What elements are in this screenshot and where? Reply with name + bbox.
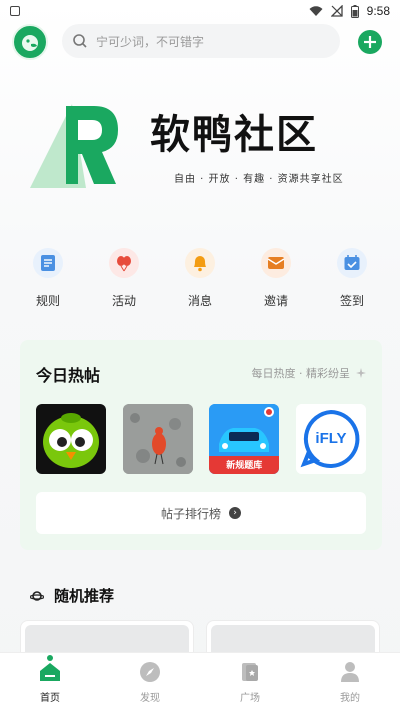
sparkle-icon <box>356 368 366 378</box>
balloon-icon <box>109 248 139 278</box>
bottom-nav: 首页 发现 广场 我的 <box>0 652 400 712</box>
nav-discover[interactable]: 发现 <box>115 661 185 712</box>
random-recommend-header: 随机推荐 <box>30 585 114 606</box>
duck-avatar-icon <box>22 35 38 51</box>
quick-menu-label: 活动 <box>111 294 136 308</box>
ifly-logo-text: iFLY <box>315 430 347 447</box>
ruanya-logo-icon <box>30 104 118 188</box>
bird-thumb[interactable] <box>122 404 193 474</box>
quick-menu-invite[interactable]: 邀请 <box>246 248 306 314</box>
brand-banner: 软鸭社区 自由 · 开放 · 有趣 · 资源共享社区 <box>0 90 400 200</box>
random-recommend-title: 随机推荐 <box>54 587 115 605</box>
cards-icon <box>239 661 261 683</box>
bell-icon <box>185 248 215 278</box>
battery-icon <box>350 4 359 18</box>
app-screen: 9:58 宁可少词，不可错字 软鸭社区 自由 · 开放 · 有趣 · 资源共享社… <box>0 0 400 712</box>
mail-icon <box>261 248 291 278</box>
plus-icon <box>364 36 376 48</box>
person-icon <box>339 661 361 683</box>
hot-posts-subtitle: 每日热度 · 精彩纷呈 <box>251 365 366 381</box>
calendar-check-icon <box>337 248 367 278</box>
status-bar: 9:58 <box>0 0 400 22</box>
ifly-thumb[interactable]: iFLY <box>295 404 366 474</box>
quick-menu-activity[interactable]: 活动 <box>94 248 154 314</box>
wifi-icon <box>309 5 323 16</box>
nav-label: 发现 <box>140 693 160 704</box>
bird-photo-icon <box>122 404 193 474</box>
planet-icon <box>30 590 44 601</box>
brand-name: 软鸭社区 <box>150 112 318 158</box>
hot-posts-title: 今日热帖 <box>36 366 101 385</box>
quick-menu-label: 规则 <box>35 294 60 308</box>
car-app-thumb[interactable]: 新规题库 <box>209 404 280 474</box>
quick-menu-label: 签到 <box>339 294 364 308</box>
post-ranking-label: 帖子排行榜 <box>160 506 221 521</box>
add-post-button[interactable] <box>358 30 382 54</box>
duolingo-thumb[interactable] <box>36 404 106 474</box>
nav-label: 我的 <box>340 693 360 704</box>
nav-label: 首页 <box>40 693 60 704</box>
top-header: 宁可少词，不可错字 <box>0 22 400 62</box>
nav-home[interactable]: 首页 <box>15 655 85 712</box>
quick-menu: 规则 活动 消息 邀请 签到 <box>10 248 390 314</box>
search-icon <box>73 34 87 48</box>
hot-posts-subtitle-text: 每日热度 · 精彩纷呈 <box>251 367 351 380</box>
active-indicator <box>47 655 53 661</box>
user-avatar[interactable] <box>12 24 48 60</box>
no-signal-icon <box>330 5 343 17</box>
car-app-badge: 新规题库 <box>226 461 263 471</box>
search-bar[interactable]: 宁可少词，不可错字 <box>62 24 340 58</box>
quick-menu-rules[interactable]: 规则 <box>18 248 78 314</box>
nav-profile[interactable]: 我的 <box>315 661 385 712</box>
compass-icon <box>139 661 161 683</box>
search-placeholder: 宁可少词，不可错字 <box>96 34 205 49</box>
post-ranking-button[interactable]: 帖子排行榜 › <box>36 492 366 534</box>
duolingo-owl-icon <box>43 413 99 468</box>
arrow-right-icon: › <box>229 507 241 519</box>
rules-doc-icon <box>33 248 63 278</box>
home-icon <box>39 661 61 683</box>
hot-posts-card: 今日热帖 每日热度 · 精彩纷呈 新规题库 iFLY 帖子排行榜 › <box>20 340 382 550</box>
brand-tagline: 自由 · 开放 · 有趣 · 资源共享社区 <box>174 174 344 185</box>
quick-menu-label: 邀请 <box>263 294 288 308</box>
nav-label: 广场 <box>240 693 260 704</box>
notification-icon <box>10 6 20 16</box>
quick-menu-label: 消息 <box>187 294 212 308</box>
nav-square[interactable]: 广场 <box>215 661 285 712</box>
quick-menu-checkin[interactable]: 签到 <box>322 248 382 314</box>
quick-menu-messages[interactable]: 消息 <box>170 248 230 314</box>
hot-posts-thumbnails: 新规题库 iFLY <box>36 404 366 474</box>
clock-time: 9:58 <box>366 4 390 18</box>
